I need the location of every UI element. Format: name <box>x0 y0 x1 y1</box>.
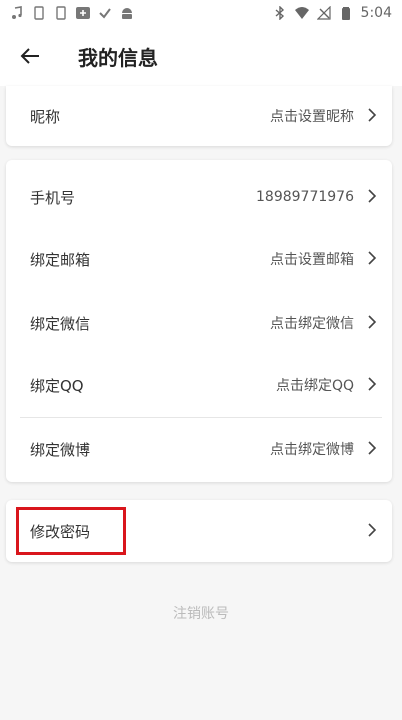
email-value: 点击设置邮箱 <box>270 252 354 268</box>
wechat-row[interactable]: 绑定微信 点击绑定微信 <box>6 292 392 354</box>
wifi-icon <box>294 6 309 20</box>
chevron-right-icon <box>366 376 378 395</box>
status-system: 5:04 <box>273 5 392 21</box>
chevron-right-icon <box>366 107 378 126</box>
qq-row[interactable]: 绑定QQ 点击绑定QQ <box>6 354 392 416</box>
phone-outline-icon <box>54 6 68 20</box>
weibo-value: 点击绑定微博 <box>270 442 354 458</box>
email-label: 绑定邮箱 <box>30 250 91 269</box>
wechat-value: 点击绑定微信 <box>270 316 354 332</box>
nickname-label: 昵称 <box>30 107 61 126</box>
nickname-row[interactable]: 昵称 点击设置昵称 <box>6 86 392 146</box>
chevron-right-icon <box>366 522 378 541</box>
phone-label: 手机号 <box>30 188 76 207</box>
arrow-left-icon <box>20 48 39 64</box>
app-bar: 我的信息 <box>0 26 402 86</box>
check-icon <box>98 6 112 20</box>
chevron-right-icon <box>366 314 378 333</box>
chevron-right-icon <box>366 440 378 459</box>
no-signal-icon <box>316 6 331 20</box>
profile-card: 昵称 点击设置昵称 <box>6 86 392 146</box>
highlight-annotation <box>16 507 126 555</box>
qq-value: 点击绑定QQ <box>275 378 354 394</box>
android-icon <box>120 6 134 20</box>
nickname-value: 点击设置昵称 <box>270 109 354 125</box>
chevron-right-icon <box>366 188 378 207</box>
status-notifications <box>10 6 134 20</box>
status-time: 5:04 <box>360 5 392 21</box>
phone-value: 18989771976 <box>256 189 354 205</box>
back-button[interactable] <box>0 26 60 86</box>
email-row[interactable]: 绑定邮箱 点击设置邮箱 <box>6 228 392 290</box>
deregister-link[interactable]: 注销账号 <box>0 603 402 623</box>
account-binding-card: 手机号 18989771976 绑定邮箱 点击设置邮箱 绑定微信 点击绑定微信 … <box>6 160 392 482</box>
status-bar: 5:04 <box>0 0 402 26</box>
page-title: 我的信息 <box>78 45 158 70</box>
wechat-label: 绑定微信 <box>30 314 91 333</box>
media-icon <box>76 6 90 20</box>
weibo-row[interactable]: 绑定微博 点击绑定微博 <box>6 418 392 480</box>
weibo-label: 绑定微博 <box>30 440 91 459</box>
chevron-right-icon <box>366 250 378 269</box>
phone-outline-icon <box>32 6 46 20</box>
phone-row[interactable]: 手机号 18989771976 <box>6 166 392 228</box>
bluetooth-icon <box>273 6 287 20</box>
qq-label: 绑定QQ <box>30 376 84 395</box>
battery-icon <box>339 6 353 20</box>
music-note-icon <box>10 6 24 20</box>
